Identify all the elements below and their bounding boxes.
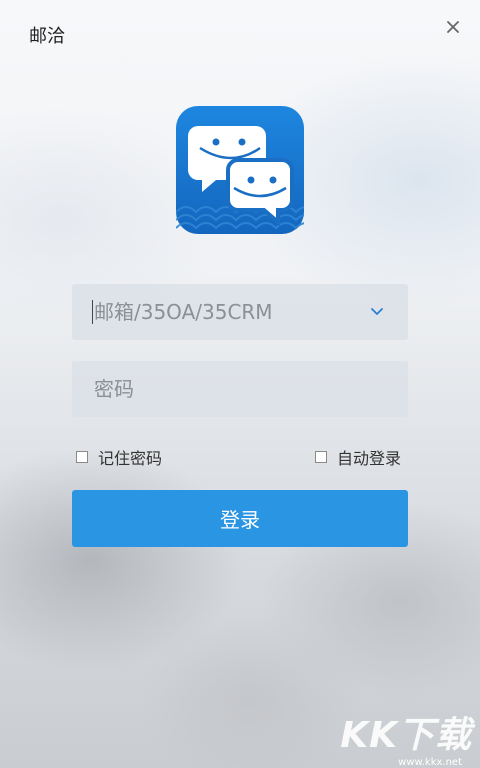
watermark-text: KK下载	[340, 715, 472, 756]
checkbox-box[interactable]	[76, 451, 88, 463]
app-title: 邮洽	[29, 26, 65, 47]
password-input[interactable]	[92, 376, 388, 402]
auto-login-checkbox[interactable]: 自动登录	[315, 445, 401, 469]
account-input[interactable]	[92, 299, 359, 325]
account-field[interactable]	[72, 284, 408, 340]
chevron-down-icon	[371, 308, 384, 315]
login-button[interactable]: 登录	[72, 490, 408, 547]
checkbox-box[interactable]	[315, 451, 327, 463]
close-icon	[447, 21, 459, 33]
watermark: KK下载	[340, 706, 472, 758]
text-cursor	[92, 300, 93, 324]
login-window: 邮洽 邮箱/35OA/35CRM 记住密码 自动登录 登录 KK下载 www.k…	[0, 0, 480, 768]
watermark-url: www.kkx.net	[398, 757, 462, 768]
account-dropdown-button[interactable]	[367, 300, 388, 324]
remember-password-label: 记住密码	[98, 449, 163, 468]
auto-login-label: 自动登录	[337, 449, 402, 468]
chat-bubbles-logo-icon	[176, 106, 304, 234]
close-button[interactable]	[440, 14, 466, 40]
remember-password-checkbox[interactable]: 记住密码	[76, 445, 162, 469]
password-field[interactable]	[72, 361, 408, 417]
